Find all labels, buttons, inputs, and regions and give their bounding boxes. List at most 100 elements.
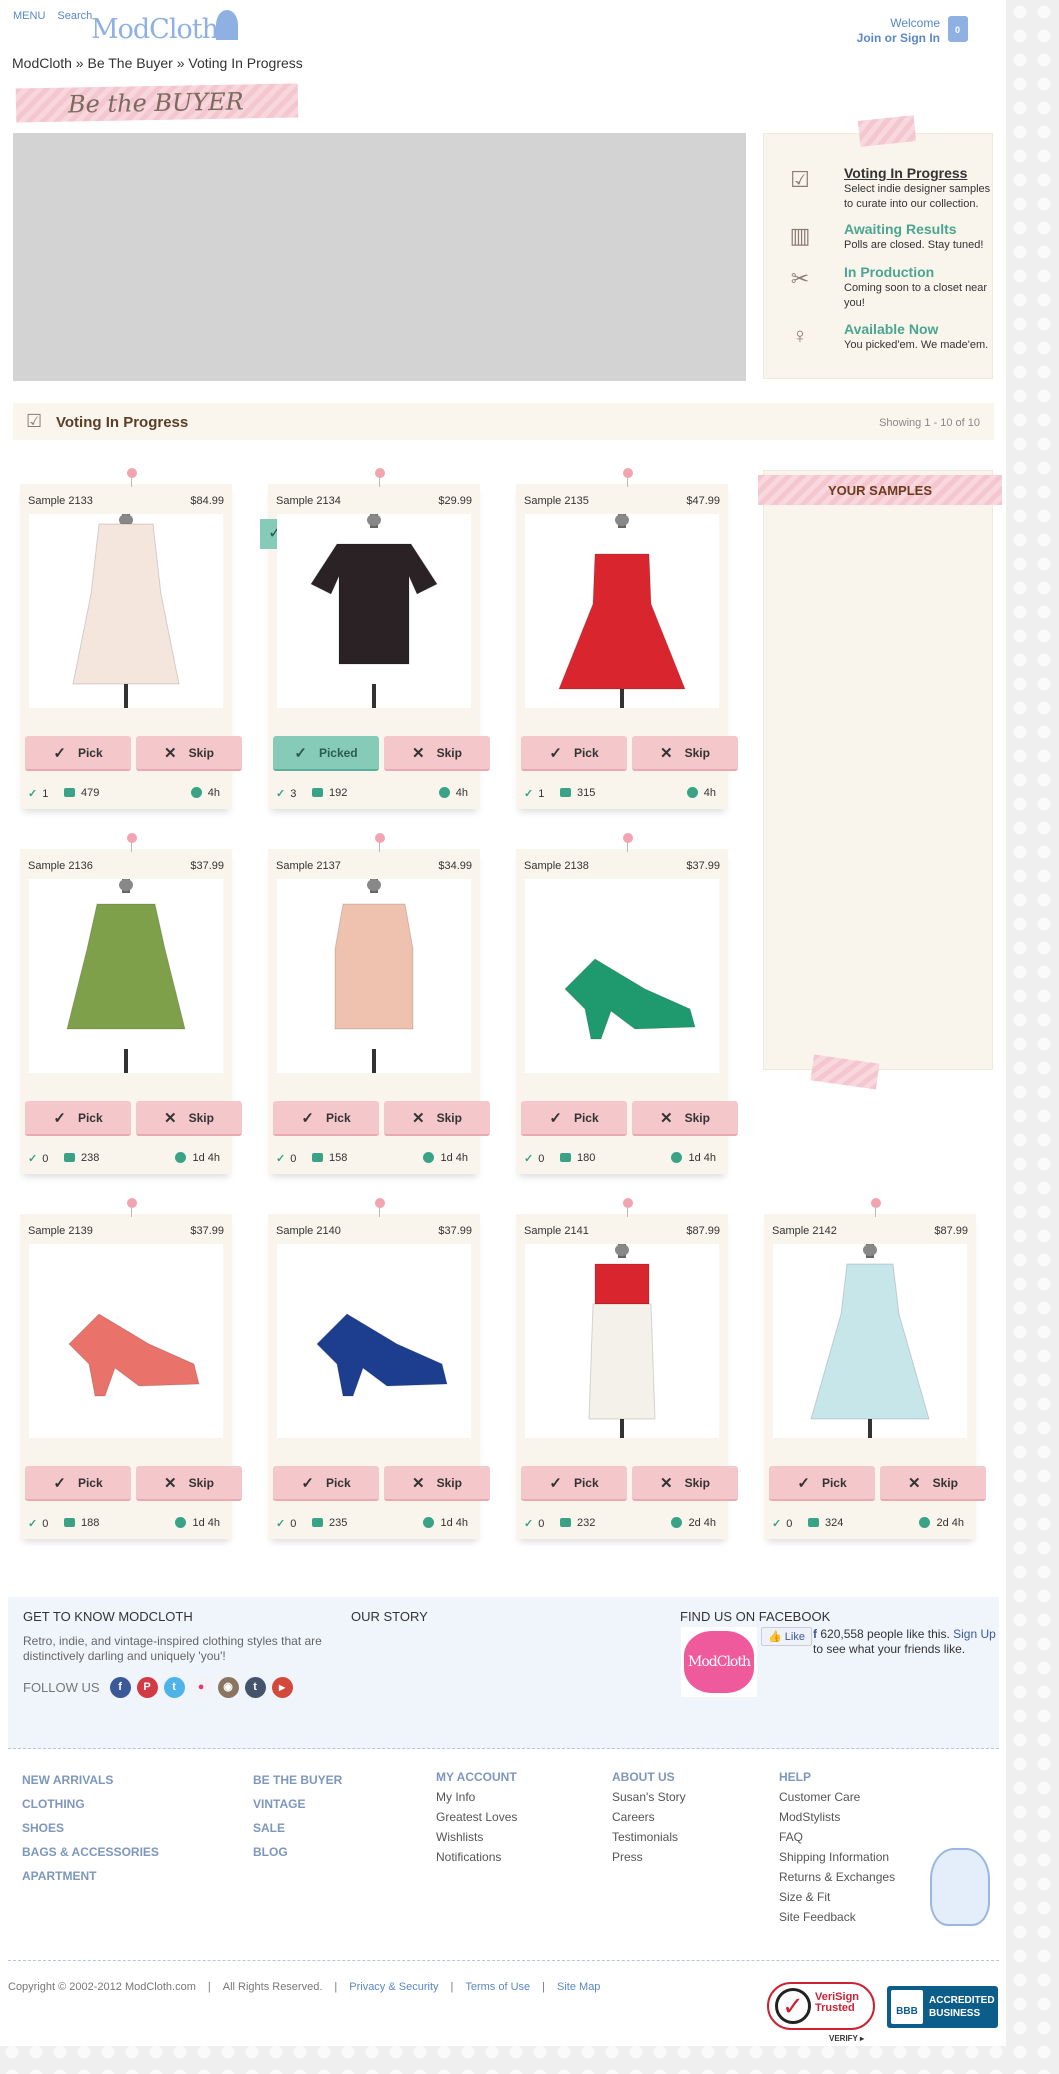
picked-button[interactable]: ✓ Picked — [273, 736, 379, 771]
youtube-icon[interactable]: ▶ — [271, 1677, 293, 1698]
bag-count: 0 — [955, 25, 961, 35]
sample-photo[interactable] — [29, 879, 223, 1073]
footer-link-shoes[interactable]: SHOES — [22, 1818, 159, 1838]
comments[interactable]: 324 — [808, 1517, 843, 1529]
status-title: Voting In Progress — [844, 165, 968, 181]
pick-button[interactable]: ✓ Pick — [521, 736, 627, 771]
footer-link-vintage[interactable]: VINTAGE — [253, 1794, 342, 1814]
comments[interactable]: 158 — [312, 1152, 347, 1164]
footer-link[interactable]: Size & Fit — [779, 1887, 895, 1907]
skip-button[interactable]: ✕ Skip — [384, 1101, 490, 1136]
footer-link-apartment[interactable]: APARTMENT — [22, 1866, 159, 1886]
pick-button[interactable]: ✓ Pick — [273, 1466, 379, 1501]
footer-link[interactable]: Returns & Exchanges — [779, 1867, 895, 1887]
comments[interactable]: 192 — [312, 787, 347, 799]
footer-link[interactable]: Testimonials — [612, 1827, 686, 1847]
footer-link[interactable]: Greatest Loves — [436, 1807, 517, 1827]
twitter-icon[interactable]: t — [163, 1677, 185, 1698]
facebook-like-button[interactable]: 👍 Like — [761, 1627, 812, 1646]
terms-link[interactable]: Terms of Use — [465, 1981, 530, 1993]
sample-photo[interactable] — [29, 514, 223, 708]
comments[interactable]: 479 — [64, 787, 99, 799]
skip-button[interactable]: ✕ Skip — [136, 1466, 242, 1501]
green-top-image — [66, 879, 186, 1073]
footer-link[interactable]: My Info — [436, 1787, 517, 1807]
skip-button[interactable]: ✕ Skip — [136, 1101, 242, 1136]
skip-button[interactable]: ✕ Skip — [384, 1466, 490, 1501]
footer-link-sale[interactable]: SALE — [253, 1818, 342, 1838]
footer-link[interactable]: Customer Care — [779, 1787, 895, 1807]
time-left: 1d 4h — [671, 1152, 716, 1164]
sample-photo[interactable] — [277, 514, 471, 708]
bbb-badge[interactable]: BBB ACCREDITED BUSINESS — [887, 1986, 998, 2028]
footer-link[interactable]: Wishlists — [436, 1827, 517, 1847]
pick-button[interactable]: ✓ Pick — [521, 1466, 627, 1501]
tumblr-icon[interactable]: t — [244, 1677, 266, 1698]
footer-link-be-the-buyer[interactable]: BE THE BUYER — [253, 1770, 342, 1790]
blue-shoe-image — [316, 1313, 448, 1397]
skip-button[interactable]: ✕ Skip — [880, 1466, 986, 1501]
sample-photo[interactable] — [525, 879, 719, 1073]
pick-button[interactable]: ✓ Pick — [25, 1101, 131, 1136]
facebook-profile-image[interactable]: ModCloth — [681, 1627, 757, 1697]
facebook-icon[interactable]: f — [109, 1677, 131, 1698]
sample-photo[interactable] — [29, 1244, 223, 1438]
sample-photo[interactable] — [525, 514, 719, 708]
pick-button[interactable]: ✓ Pick — [273, 1101, 379, 1136]
privacy-link[interactable]: Privacy & Security — [349, 1981, 438, 1993]
sample-card: Sample 2139 $37.99 ✓ Pick ✕ Skip ✓ 0 188 1d 4h — [20, 1198, 242, 1539]
comments[interactable]: 180 — [560, 1152, 595, 1164]
comments[interactable]: 315 — [560, 787, 595, 799]
footer-link-bags[interactable]: BAGS & ACCESSORIES — [22, 1842, 159, 1862]
verisign-badge[interactable]: ✓ VeriSign Trusted VERIFY ▸ — [767, 1982, 875, 2043]
skip-button[interactable]: ✕ Skip — [632, 1101, 738, 1136]
time-value: 2d 4h — [936, 1517, 964, 1529]
footer-link[interactable]: Careers — [612, 1807, 686, 1827]
pick-button[interactable]: ✓ Pick — [25, 1466, 131, 1501]
comments[interactable]: 235 — [312, 1517, 347, 1529]
footer-link[interactable]: FAQ — [779, 1827, 895, 1847]
skip-label: Skip — [436, 1475, 462, 1490]
pick-button[interactable]: ✓ Pick — [521, 1101, 627, 1136]
sample-photo[interactable] — [277, 879, 471, 1073]
vote-check-icon: ✓ — [28, 1153, 38, 1165]
modcloth-logo[interactable]: ModCloth — [91, 10, 238, 45]
skip-button[interactable]: ✕ Skip — [632, 736, 738, 771]
sample-photo[interactable] — [773, 1244, 967, 1438]
skip-button[interactable]: ✕ Skip — [632, 1466, 738, 1501]
footer-link[interactable]: ModStylists — [779, 1807, 895, 1827]
vote-check-icon: ✓ — [28, 788, 38, 800]
search-link[interactable]: Search — [57, 10, 92, 22]
flickr-icon[interactable]: ● — [190, 1677, 212, 1698]
help-heading[interactable]: HELP — [779, 1767, 895, 1787]
skip-button[interactable]: ✕ Skip — [384, 736, 490, 771]
footer-link[interactable]: Notifications — [436, 1847, 517, 1867]
sample-photo[interactable] — [277, 1244, 471, 1438]
shopping-bag-icon[interactable]: 0 — [948, 16, 968, 42]
comments[interactable]: 188 — [64, 1517, 99, 1529]
sitemap-link[interactable]: Site Map — [557, 1981, 600, 1993]
sample-photo[interactable] — [525, 1244, 719, 1438]
about-us-heading[interactable]: ABOUT US — [612, 1767, 686, 1787]
footer-link-clothing[interactable]: CLOTHING — [22, 1794, 159, 1814]
pick-button[interactable]: ✓ Pick — [769, 1466, 875, 1501]
join-signin-link[interactable]: Join or Sign In — [857, 31, 940, 46]
footer-link[interactable]: Site Feedback — [779, 1907, 895, 1927]
comments[interactable]: 238 — [64, 1152, 99, 1164]
footer-link-blog[interactable]: BLOG — [253, 1842, 342, 1862]
menu-link[interactable]: MENU — [13, 10, 45, 22]
comments[interactable]: 232 — [560, 1517, 595, 1529]
footer-link[interactable]: Press — [612, 1847, 686, 1867]
our-story-heading[interactable]: OUR STORY — [351, 1609, 428, 1624]
pinterest-icon[interactable]: P — [136, 1677, 158, 1698]
clock-icon — [919, 1517, 931, 1528]
instagram-icon[interactable]: ◉ — [217, 1677, 239, 1698]
footer-link[interactable]: Shipping Information — [779, 1847, 895, 1867]
fb-signup-link[interactable]: Sign Up — [953, 1627, 996, 1641]
pick-button[interactable]: ✓ Pick — [25, 736, 131, 771]
my-account-heading[interactable]: MY ACCOUNT — [436, 1767, 517, 1787]
footer-link[interactable]: Susan's Story — [612, 1787, 686, 1807]
skip-button[interactable]: ✕ Skip — [136, 736, 242, 771]
footer-link-new-arrivals[interactable]: NEW ARRIVALS — [22, 1770, 159, 1790]
skip-label: Skip — [436, 1110, 462, 1125]
